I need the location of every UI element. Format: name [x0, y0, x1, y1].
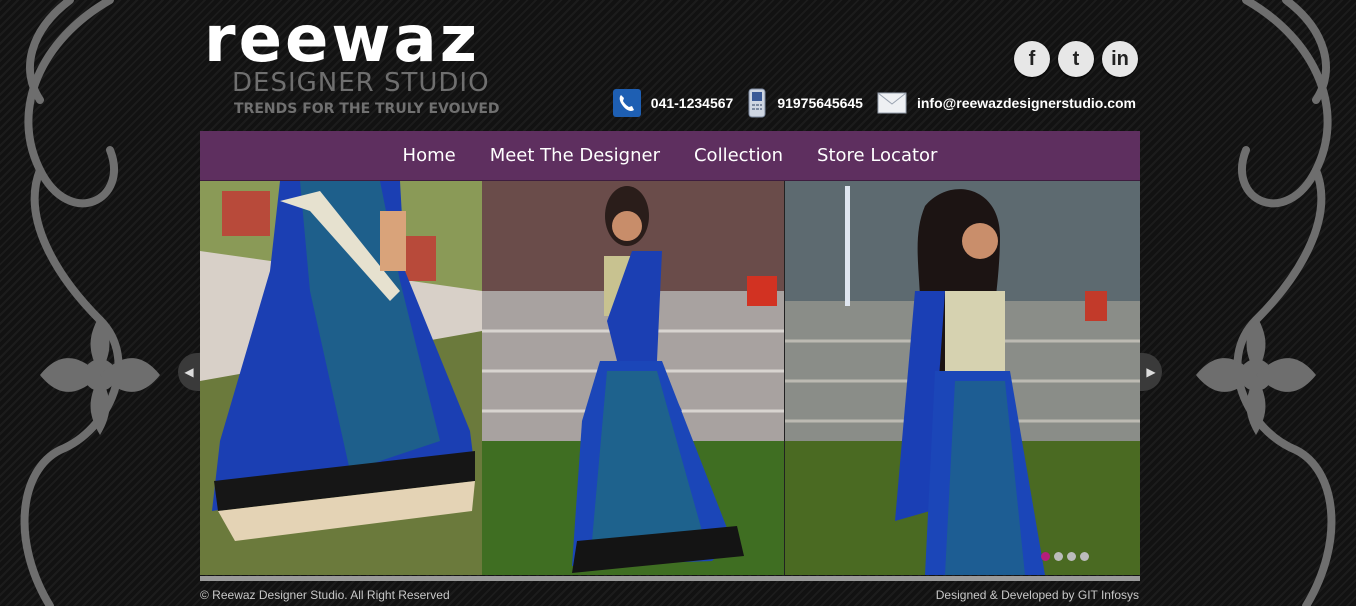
slider-dots: [1041, 552, 1089, 561]
footer-copyright: © Reewaz Designer Studio. All Right Rese…: [200, 588, 450, 602]
slider-next-arrow[interactable]: ▶: [1140, 353, 1162, 391]
slide-photo-full-lehenga: [482, 181, 784, 575]
slide-photo-side-pose: [785, 181, 1140, 575]
logo-subtitle: DESIGNER STUDIO: [232, 68, 490, 98]
footer-credit: Designed & Developed by GIT Infosys: [935, 588, 1139, 602]
slider-dot-2[interactable]: [1054, 552, 1063, 561]
twitter-icon[interactable]: t: [1058, 41, 1094, 77]
nav-meet-the-designer[interactable]: Meet The Designer: [490, 145, 660, 166]
main-nav: Home Meet The Designer Collection Store …: [200, 131, 1140, 181]
envelope-icon: [877, 92, 907, 114]
email-link[interactable]: info@reewazdesignerstudio.com: [917, 95, 1136, 111]
phone-number: 041-1234567: [650, 95, 734, 111]
slider-dot-3[interactable]: [1067, 552, 1076, 561]
mobile-icon: [747, 88, 767, 118]
slider-dot-4[interactable]: [1080, 552, 1089, 561]
nav-collection[interactable]: Collection: [694, 145, 783, 166]
logo-wordmark: reewaz: [204, 3, 480, 77]
mobile-number: 91975645645: [777, 95, 863, 111]
facebook-icon[interactable]: f: [1014, 41, 1050, 77]
right-ornament: [1196, 0, 1336, 606]
email-contact[interactable]: info@reewazdesignerstudio.com: [877, 92, 1136, 114]
slider-dot-1[interactable]: [1041, 552, 1050, 561]
slider-prev-arrow[interactable]: ◀: [178, 353, 200, 391]
nav-store-locator[interactable]: Store Locator: [817, 145, 937, 166]
social-links: f t in: [1014, 41, 1138, 77]
linkedin-icon[interactable]: in: [1102, 41, 1138, 77]
site-logo[interactable]: reewaz DESIGNER STUDIO TRENDS FOR THE TR…: [200, 8, 510, 124]
nav-home[interactable]: Home: [403, 145, 456, 166]
mobile-contact: 91975645645: [747, 88, 863, 118]
left-ornament: [20, 0, 160, 606]
logo-tagline: TRENDS FOR THE TRULY EVOLVED: [234, 101, 500, 117]
image-slider: [200, 181, 1140, 575]
phone-contact: 041-1234567: [612, 89, 734, 117]
slide-photo-lehenga-closeup: [200, 181, 482, 575]
contact-bar: 041-1234567 91975645645 info@reewazdesig…: [599, 88, 1136, 118]
phone-icon: [612, 89, 641, 117]
footer-divider: [200, 576, 1140, 581]
